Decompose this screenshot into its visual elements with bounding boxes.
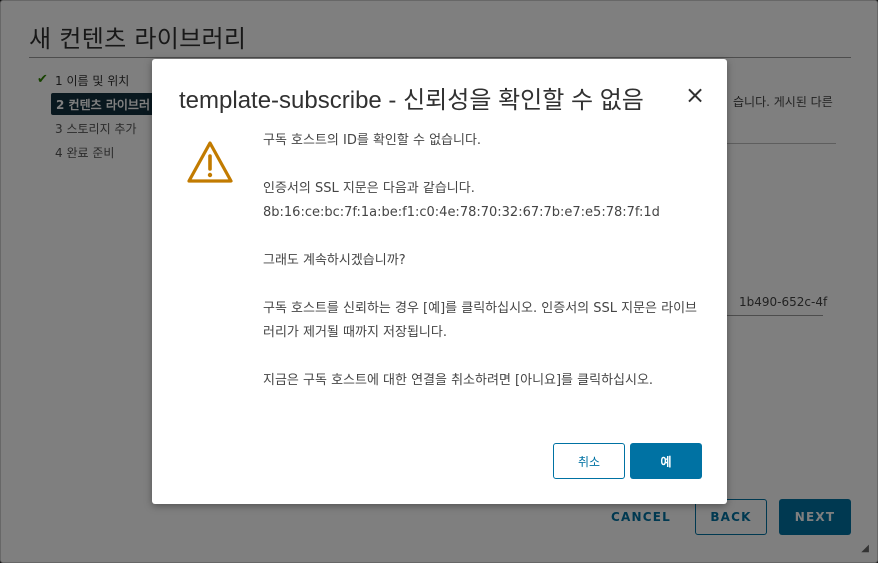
- thumbprint-intro: 인증서의 SSL 지문은 다음과 같습니다.: [263, 181, 475, 196]
- warning-icon: [187, 141, 233, 183]
- message-cancel-instructions: 지금은 구독 호스트에 대한 연결을 취소하려면 [아니요]를 클릭하십시오.: [263, 373, 654, 388]
- dialog-cancel-button[interactable]: 취소: [553, 443, 625, 479]
- dialog-title: template-subscribe - 신뢰성을 확인할 수 없음: [179, 87, 644, 114]
- close-icon[interactable]: ×: [684, 83, 706, 107]
- message-trust-instructions: 구독 호스트를 신뢰하는 경우 [예]를 클릭하십시오. 인증서의 SSL 지문…: [263, 301, 698, 340]
- dialog-yes-button[interactable]: 예: [630, 443, 702, 479]
- message-thumbprint: 인증서의 SSL 지문은 다음과 같습니다. 8b:16:ce:bc:7f:1a…: [263, 177, 703, 225]
- ssl-thumbprint: 8b:16:ce:bc:7f:1a:be:f1:c0:4e:78:70:32:6…: [263, 205, 660, 220]
- dialog-message: 구독 호스트의 ID를 확인할 수 없습니다. 인증서의 SSL 지문은 다음과…: [263, 129, 703, 417]
- message-continue-question: 그래도 계속하시겠습니까?: [263, 253, 406, 268]
- untrusted-host-dialog: template-subscribe - 신뢰성을 확인할 수 없음 × 구독 …: [152, 59, 727, 504]
- message-host-unverified: 구독 호스트의 ID를 확인할 수 없습니다.: [263, 133, 482, 148]
